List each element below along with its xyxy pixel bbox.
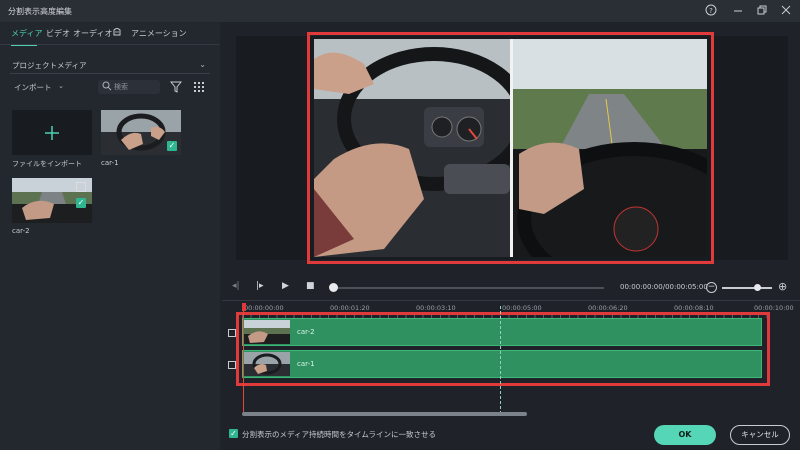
title-bar: 分割表示高度編集 ? [0, 0, 800, 22]
tab-animation[interactable]: アニメーション [131, 28, 187, 39]
selected-check-icon: ✓ [76, 198, 86, 208]
search-input[interactable]: 検索 [114, 82, 128, 92]
timeline-scrollbar[interactable] [242, 412, 527, 416]
search-icon [102, 81, 112, 93]
media-panel: メディア ビデオ オーディオ アニメーション プロジェクトメディア ⌄ インポー… [0, 22, 220, 450]
ruler-label: 00:00:10:00 [754, 304, 794, 312]
svg-text:?: ? [709, 7, 713, 15]
import-placeholder [12, 110, 92, 155]
window-title: 分割表示高度編集 [8, 7, 72, 16]
media-caption: car-2 [12, 227, 30, 235]
minimize-icon[interactable] [731, 4, 745, 18]
stop-icon[interactable]: ■ [306, 281, 315, 291]
split-layout-icon [76, 182, 86, 192]
ok-button[interactable]: OK [654, 425, 716, 445]
tab-media[interactable]: メディア [11, 28, 42, 39]
timeline-divider [222, 300, 800, 301]
chevron-down-icon: ⌄ [199, 60, 206, 69]
media-caption: ファイルをインポート [12, 160, 82, 168]
ruler-label: 00:00:06:20 [588, 304, 628, 312]
track-icon [228, 361, 236, 369]
media-caption: car-1 [101, 159, 119, 167]
library-dropdown[interactable]: プロジェクトメディア ⌄ [10, 58, 210, 74]
playhead-line [243, 311, 244, 414]
preview-highlight [307, 32, 714, 264]
step-back-icon[interactable]: ◂| [232, 281, 240, 291]
grid-view-icon[interactable] [194, 82, 204, 92]
zoom-slider-handle[interactable] [754, 284, 761, 291]
tab-audio[interactable]: オーディオ [73, 28, 112, 39]
cancel-button[interactable]: キャンセル [730, 425, 790, 445]
tab-video[interactable]: ビデオ [46, 28, 70, 39]
zoom-out-icon[interactable]: − [706, 282, 717, 293]
sticker-icon[interactable] [112, 27, 122, 39]
ruler-label: 00:00:03:10 [416, 304, 456, 312]
help-icon[interactable]: ? [704, 4, 718, 18]
split-screen-preview [314, 39, 707, 257]
track-icon [228, 329, 236, 337]
playhead-handle[interactable] [242, 303, 246, 311]
ruler-label: 00:00:05:00 [502, 304, 542, 312]
close-icon[interactable] [779, 4, 793, 18]
preview-scrubber[interactable] [334, 287, 604, 289]
restore-icon[interactable] [755, 4, 769, 18]
match-duration-label[interactable]: 分割表示のメディア持続時間をタイムラインに一致させる [242, 429, 436, 440]
search-box[interactable]: 検索 [98, 80, 160, 94]
step-forward-icon[interactable]: |▸ [256, 281, 264, 291]
timecode-display: 00:00:00:00/00:00:05:00 [620, 283, 708, 291]
media-tabs: メディア ビデオ オーディオ アニメーション [0, 26, 220, 46]
scrubber-handle[interactable] [329, 283, 338, 292]
transport-bar: ◂| |▸ ▶ ■ 00:00:00:00/00:00:05:00 − ⊕ [222, 278, 800, 298]
tabs-divider [0, 44, 220, 45]
chevron-down-icon: ⌄ [58, 82, 64, 90]
import-dropdown[interactable]: インポート ⌄ [10, 80, 66, 94]
import-dropdown-label: インポート [14, 83, 52, 92]
zoom-in-icon[interactable]: ⊕ [778, 280, 787, 293]
play-icon[interactable]: ▶ [282, 281, 289, 291]
selected-check-icon: ✓ [167, 141, 177, 151]
zoom-slider[interactable] [722, 287, 772, 289]
ruler-label: 00:00:01:20 [330, 304, 370, 312]
end-marker-line [500, 306, 501, 414]
tracks-highlight [236, 312, 770, 386]
ruler-label: 00:00:08:10 [674, 304, 714, 312]
library-dropdown-label: プロジェクトメディア [12, 61, 87, 70]
match-duration-checkbox[interactable]: ✓ [229, 429, 238, 438]
ruler-label: 00:00:00:00 [244, 304, 284, 312]
filter-icon[interactable] [169, 81, 183, 93]
